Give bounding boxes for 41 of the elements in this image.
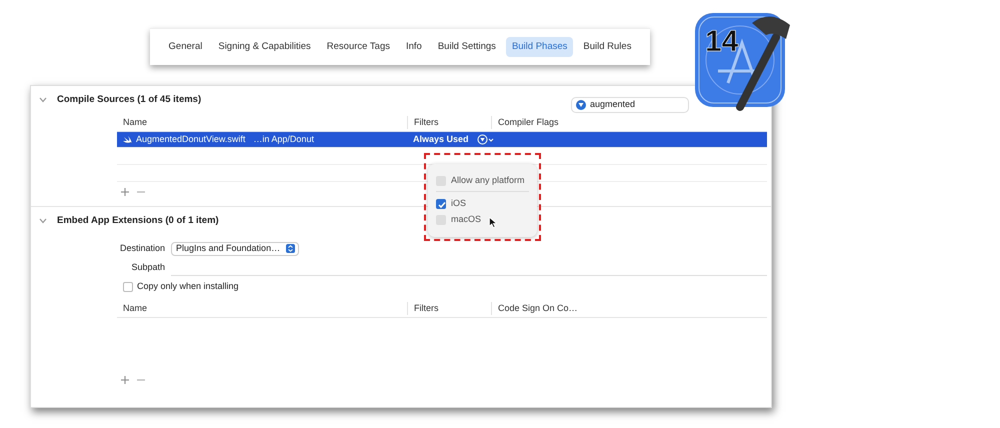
checkbox[interactable] bbox=[123, 282, 133, 292]
column-header[interactable]: Filters bbox=[407, 116, 491, 130]
add-icon[interactable] bbox=[121, 376, 129, 384]
tab[interactable]: Info bbox=[400, 36, 428, 58]
file-name: AugmentedDonutView.swift bbox=[136, 132, 246, 146]
table-row[interactable]: AugmentedDonutView.swift …in App/Donut Always Used bbox=[117, 132, 767, 148]
option-label: Allow any platform bbox=[451, 174, 525, 188]
column-header[interactable]: Name bbox=[117, 116, 407, 130]
search-field[interactable]: augmented bbox=[571, 97, 689, 113]
section-title: Embed App Extensions (0 of 1 item) bbox=[57, 214, 219, 228]
checkbox[interactable] bbox=[436, 199, 446, 209]
option-label: iOS bbox=[451, 197, 466, 210]
column-header[interactable]: Name bbox=[117, 302, 407, 316]
filter-icon bbox=[576, 100, 586, 110]
tab[interactable]: Build Rules bbox=[577, 36, 638, 58]
section-title: Compile Sources (1 of 45 items) bbox=[57, 92, 202, 107]
tab[interactable]: General bbox=[162, 36, 208, 58]
column-header[interactable]: Filters bbox=[407, 302, 491, 316]
disclosure-icon[interactable] bbox=[39, 218, 47, 224]
stepper-icon bbox=[286, 244, 296, 253]
checkbox-label: Copy only when installing bbox=[137, 280, 239, 293]
tab[interactable]: Signing & Capabilities bbox=[212, 36, 317, 58]
filter-value: Always Used bbox=[413, 132, 469, 146]
add-icon[interactable] bbox=[121, 188, 129, 196]
option-label: macOS bbox=[451, 213, 482, 226]
search-text: augmented bbox=[590, 98, 636, 112]
file-path: …in App/Donut bbox=[253, 132, 314, 146]
column-header[interactable]: Compiler Flags bbox=[491, 116, 575, 130]
swift-icon bbox=[123, 136, 132, 144]
cursor-icon bbox=[489, 217, 497, 228]
tab[interactable]: Build Settings bbox=[432, 36, 502, 58]
destination-popup[interactable]: PlugIns and Foundation… bbox=[171, 242, 300, 256]
field-label: Subpath bbox=[130, 260, 166, 274]
disclosure-icon[interactable] bbox=[39, 97, 47, 103]
field-label: Destination bbox=[118, 242, 166, 255]
tab[interactable]: Build Phases bbox=[506, 36, 574, 58]
filter-menu-button[interactable] bbox=[476, 132, 495, 146]
column-header[interactable]: Code Sign On Co… bbox=[491, 302, 575, 316]
version-number: 14 bbox=[705, 27, 738, 57]
tab[interactable]: Resource Tags bbox=[320, 36, 396, 58]
popup-value: PlugIns and Foundation… bbox=[176, 242, 280, 255]
